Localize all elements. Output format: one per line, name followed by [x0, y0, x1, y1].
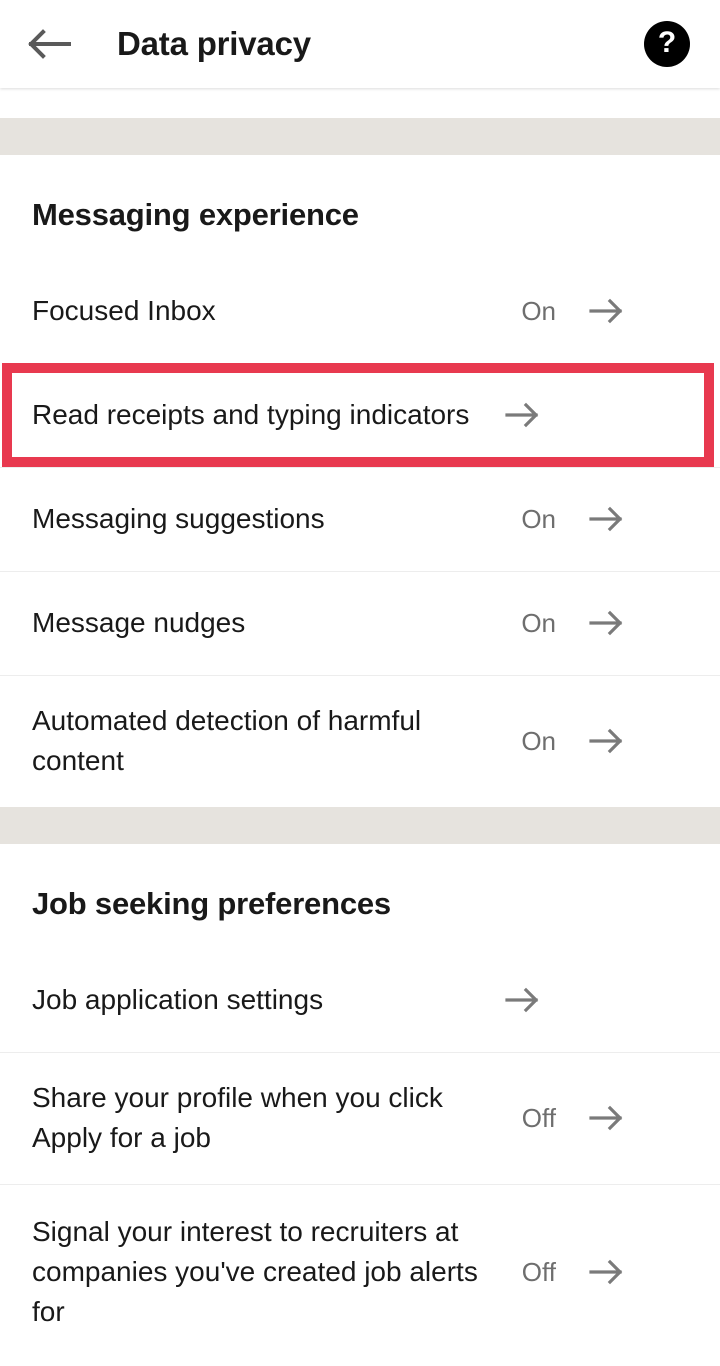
section-title-job-seeking-preferences: Job seeking preferences	[32, 886, 391, 921]
arrow-right-icon	[586, 1252, 626, 1292]
row-job-application-settings[interactable]: Job application settings	[0, 948, 720, 1052]
arrow-right-icon	[586, 499, 626, 539]
row-label: Focused Inbox	[32, 295, 216, 326]
section-divider-band-2	[0, 807, 720, 844]
row-signal-your-interest-to-recruiters[interactable]: Signal your interest to recruiters at co…	[0, 1184, 720, 1360]
arrow-right-icon	[502, 980, 542, 1020]
section-title-messaging-experience: Messaging experience	[32, 197, 359, 232]
arrow-left-icon	[26, 27, 72, 61]
row-label: Read receipts and typing indicators	[32, 399, 470, 430]
app-bar: Data privacy ?	[0, 0, 720, 88]
row-focused-inbox[interactable]: Focused Inbox On	[0, 259, 720, 363]
question-mark-circle-icon: ?	[657, 26, 677, 59]
row-label: Message nudges	[32, 607, 246, 638]
arrow-right-icon	[586, 721, 626, 761]
row-value: On	[521, 607, 556, 638]
row-label: Job application settings	[32, 984, 324, 1015]
row-label: Signal your interest to recruiters at co…	[32, 1216, 478, 1327]
row-value: On	[521, 725, 556, 756]
arrow-right-icon	[586, 603, 626, 643]
row-value: Off	[521, 1256, 556, 1287]
row-value: On	[521, 295, 556, 326]
arrow-right-icon	[586, 291, 626, 331]
section-divider-band-1	[0, 118, 720, 155]
back-button[interactable]	[26, 15, 84, 73]
settings-list: Messaging experience Focused Inbox On Re…	[0, 88, 720, 1360]
row-read-receipts-and-typing-indicators[interactable]: Read receipts and typing indicators	[0, 363, 720, 467]
row-label: Automated detection of harmful content	[32, 705, 422, 776]
row-share-your-profile-when-you-click-apply[interactable]: Share your profile when you click Apply …	[0, 1052, 720, 1184]
arrow-right-icon	[502, 395, 542, 435]
row-value: Off	[521, 1102, 556, 1133]
row-label: Share your profile when you click Apply …	[32, 1082, 443, 1153]
data-privacy-screen: Data privacy ? Messaging experience Focu…	[0, 0, 720, 1366]
row-label: Messaging suggestions	[32, 503, 325, 534]
arrow-right-icon	[586, 1098, 626, 1138]
page-title: Data privacy	[117, 25, 311, 62]
row-value: On	[521, 503, 556, 534]
row-message-nudges[interactable]: Message nudges On	[0, 571, 720, 675]
row-messaging-suggestions[interactable]: Messaging suggestions On	[0, 467, 720, 571]
top-white-gap	[0, 88, 720, 118]
help-button[interactable]: ?	[644, 21, 690, 67]
row-automated-detection-of-harmful-content[interactable]: Automated detection of harmful content O…	[0, 675, 720, 807]
